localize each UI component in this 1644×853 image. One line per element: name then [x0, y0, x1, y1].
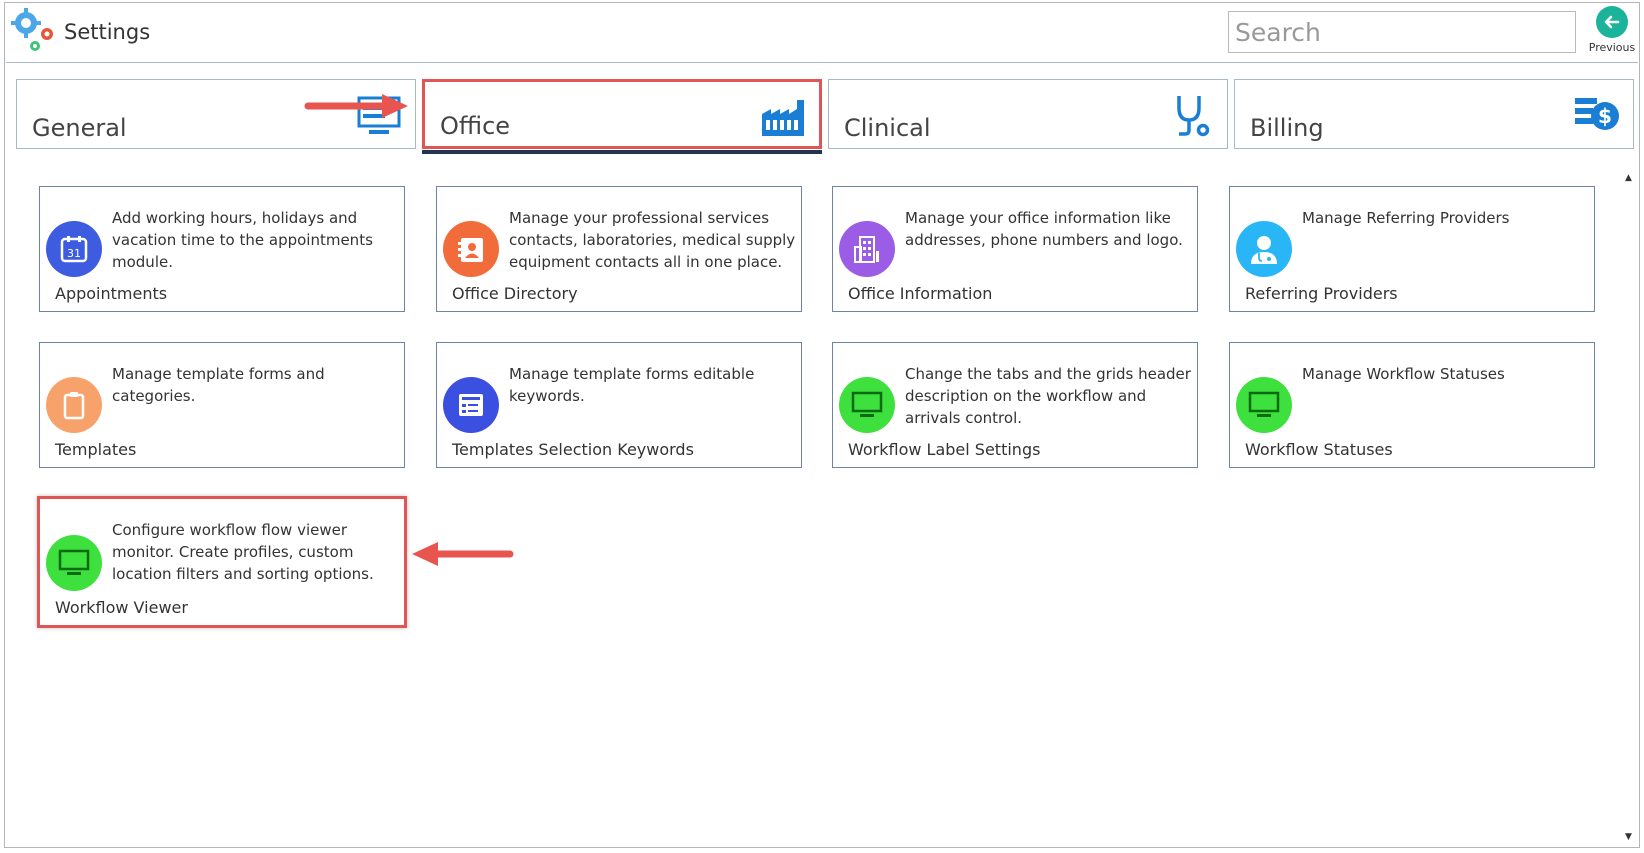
settings-gears-icon — [11, 8, 53, 51]
card-office-information[interactable]: Manage your office information like addr… — [832, 186, 1198, 312]
doctor-icon — [1236, 221, 1292, 277]
header-divider — [6, 62, 1638, 63]
tab-label: General — [32, 114, 127, 142]
annotation-arrow-right-icon — [304, 94, 408, 118]
factory-icon — [762, 100, 804, 136]
card-referring-providers[interactable]: Manage Referring Providers Referring Pro… — [1229, 186, 1595, 312]
card-title: Appointments — [55, 284, 168, 303]
calendar-icon: 31 — [46, 221, 102, 277]
card-description: Manage your office information like addr… — [905, 209, 1183, 249]
card-title: Templates — [55, 440, 137, 459]
tab-label: Office — [440, 112, 511, 140]
card-description: Add working hours, holidays and vacation… — [112, 209, 373, 271]
svg-text:$: $ — [1598, 104, 1612, 128]
card-description: Manage template forms editable keywords. — [509, 365, 755, 405]
calendar-day: 31 — [67, 247, 81, 260]
previous-button[interactable]: Previous — [1584, 6, 1640, 60]
card-title: Workflow Statuses — [1245, 440, 1393, 459]
card-title: Workflow Label Settings — [848, 440, 1041, 459]
card-title: Referring Providers — [1245, 284, 1398, 303]
scroll-down-arrow-icon[interactable]: ▼ — [1625, 832, 1632, 842]
card-description: Manage Referring Providers — [1302, 209, 1510, 227]
back-arrow-icon — [1596, 6, 1628, 38]
monitor-icon — [839, 377, 895, 433]
card-description: Manage Workflow Statuses — [1302, 365, 1505, 383]
card-title: Office Directory — [452, 284, 578, 303]
tab-label: Billing — [1250, 114, 1324, 142]
page-title: Settings — [64, 20, 151, 44]
card-workflow-statuses[interactable]: Manage Workflow Statuses Workflow Status… — [1229, 342, 1595, 468]
card-office-directory[interactable]: Manage your professional services contac… — [436, 186, 802, 312]
monitor-icon — [1236, 377, 1292, 433]
card-description: Change the tabs and the grids header des… — [905, 365, 1191, 427]
card-description: Manage template forms and categories. — [112, 365, 325, 405]
active-tab-indicator — [422, 150, 822, 154]
card-title: Templates Selection Keywords — [452, 440, 694, 459]
tab-label: Clinical — [844, 114, 931, 142]
card-workflow-viewer[interactable]: Configure workflow flow viewer monitor. … — [37, 496, 407, 628]
card-templates-selection-keywords[interactable]: Manage template forms editable keywords.… — [436, 342, 802, 468]
contact-book-icon — [443, 221, 499, 277]
annotation-arrow-left-icon — [412, 542, 514, 566]
scroll-up-arrow-icon[interactable]: ▲ — [1625, 173, 1632, 183]
form-checklist-icon — [443, 377, 499, 433]
card-workflow-label-settings[interactable]: Change the tabs and the grids header des… — [832, 342, 1198, 468]
card-title: Workflow Viewer — [55, 598, 188, 617]
card-title: Office Information — [848, 284, 993, 303]
tab-office[interactable]: Office — [422, 79, 822, 149]
tab-billing[interactable]: Billing $ — [1234, 79, 1634, 149]
card-description: Manage your professional services contac… — [509, 209, 796, 271]
search-input[interactable] — [1228, 11, 1576, 53]
stethoscope-icon — [1177, 96, 1210, 137]
billing-dollar-icon: $ — [1575, 98, 1619, 130]
tab-clinical[interactable]: Clinical — [828, 79, 1228, 149]
card-description: Configure workflow flow viewer monitor. … — [112, 521, 374, 583]
card-appointments[interactable]: 31 Add working hours, holidays and vacat… — [39, 186, 405, 312]
monitor-icon — [46, 535, 102, 591]
clipboard-icon — [46, 377, 102, 433]
card-templates[interactable]: Manage template forms and categories. Te… — [39, 342, 405, 468]
previous-label: Previous — [1588, 41, 1636, 54]
building-icon — [839, 221, 895, 277]
